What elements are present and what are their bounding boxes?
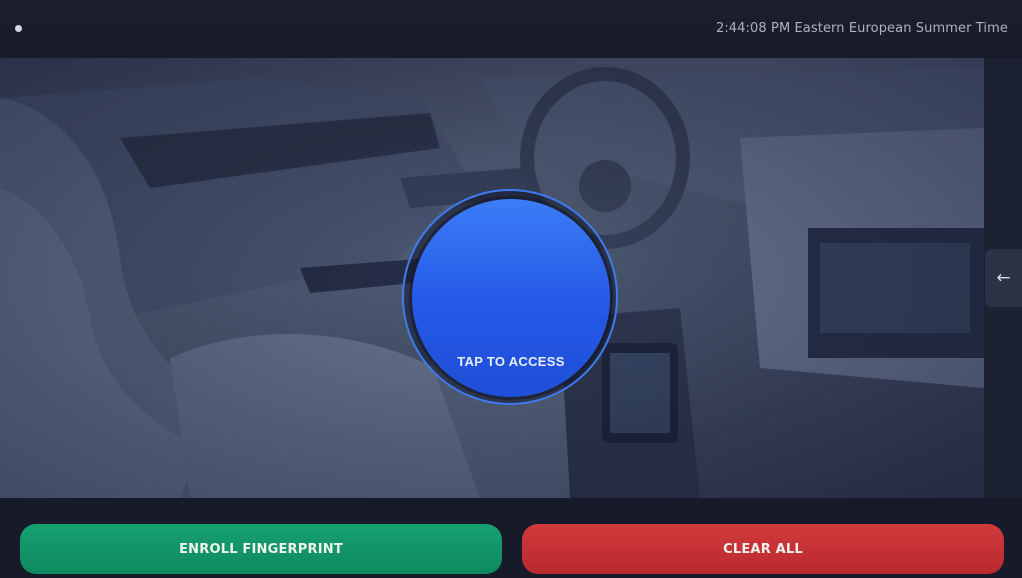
tap-to-access-button[interactable]: TAP TO ACCESS [412,199,610,397]
drawer-toggle-button[interactable]: ← [985,249,1022,307]
status-indicator-dot [15,25,22,32]
clear-all-button[interactable]: CLEAR ALL [522,524,1004,574]
clock-readout: 2:44:08 PM Eastern European Summer Time [715,21,1008,36]
enroll-fingerprint-button[interactable]: ENROLL FINGERPRINT [20,524,502,574]
arrow-left-icon: ← [996,268,1011,288]
access-label: TAP TO ACCESS [457,354,565,369]
top-status-bar: 2:44:08 PM Eastern European Summer Time [0,0,1022,58]
